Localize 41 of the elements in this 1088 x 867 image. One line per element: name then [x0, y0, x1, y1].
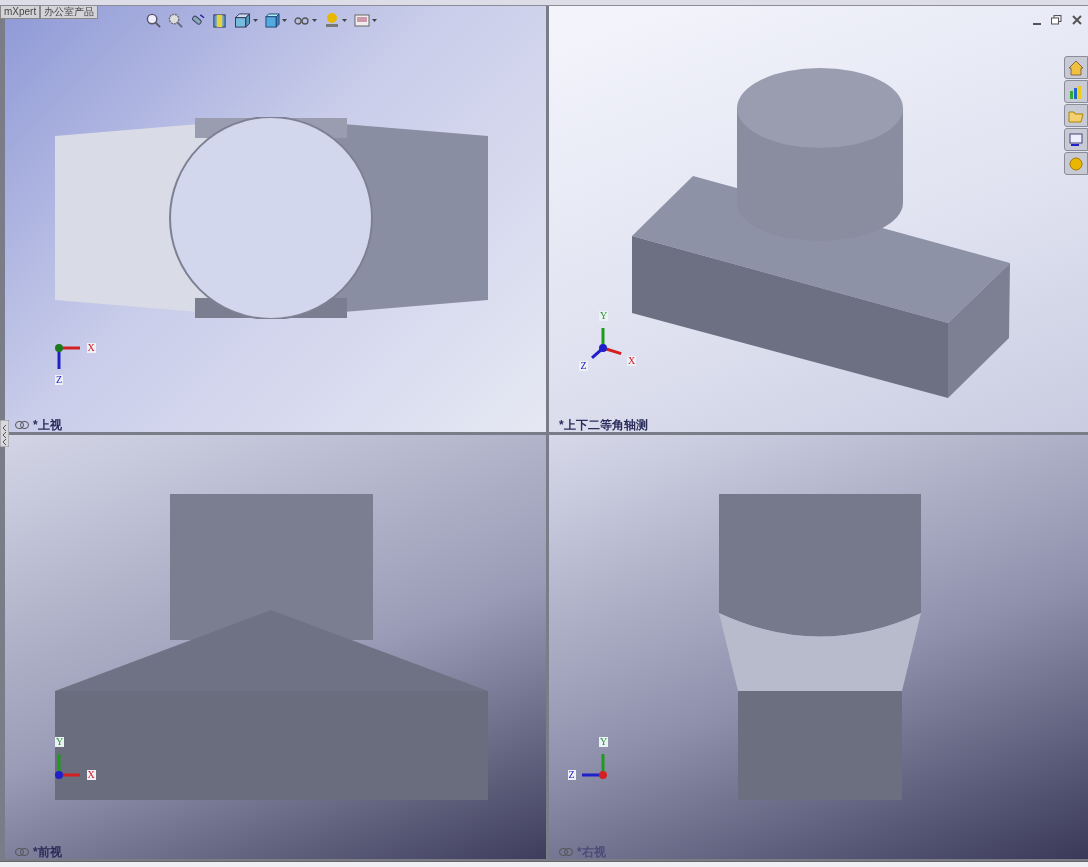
lighting-icon[interactable] — [324, 12, 340, 28]
restore-icon[interactable] — [1051, 15, 1062, 25]
viewport[interactable]: Y Z X *上下二等角轴测 — [549, 6, 1088, 432]
sphere-icon — [1068, 155, 1084, 172]
axis-origin-icon — [599, 771, 607, 779]
task-pane-tab[interactable] — [1064, 80, 1088, 103]
chart-icon — [1068, 83, 1084, 100]
caret-icon[interactable] — [253, 18, 258, 22]
axis-label: Y — [599, 311, 609, 322]
axis-label: X — [86, 770, 96, 780]
axis-label: Z — [55, 374, 64, 385]
section-view-icon[interactable] — [212, 12, 227, 28]
caret-icon[interactable] — [282, 18, 287, 22]
view-name-label: *前视 — [33, 846, 62, 858]
caret-icon[interactable] — [372, 18, 377, 22]
list-icon — [1068, 131, 1084, 148]
zoom-to-fit-icon[interactable] — [146, 12, 161, 28]
axis-label: Z — [579, 360, 588, 371]
home-icon — [1068, 59, 1084, 76]
axis-origin-icon — [55, 771, 63, 779]
viewport[interactable]: Y X *前视 — [5, 435, 546, 859]
collapse-handle-icon[interactable] — [0, 420, 9, 447]
tab[interactable]: mXpert — [0, 6, 41, 19]
cube-icon[interactable] — [265, 12, 280, 28]
axis-label: Y — [599, 736, 609, 747]
axis-origin-icon — [599, 344, 607, 352]
axis-label: Z — [567, 770, 576, 780]
view-orientation-icon[interactable] — [234, 12, 251, 28]
caret-icon[interactable] — [342, 18, 347, 22]
axis-origin-icon — [55, 344, 63, 352]
tab[interactable]: 办公室产品 — [40, 6, 99, 19]
axis-label: X — [86, 343, 96, 353]
axis-label: Y — [55, 736, 65, 747]
link-icon[interactable] — [15, 421, 29, 429]
view-name-label: *上视 — [33, 419, 62, 431]
close-icon[interactable] — [1072, 15, 1082, 25]
caret-icon[interactable] — [312, 18, 317, 22]
zoom-area-icon[interactable] — [168, 12, 183, 28]
view-name-label: *上下二等角轴测 — [559, 419, 648, 431]
task-pane-tab[interactable] — [1064, 128, 1088, 151]
axis-label: X — [627, 355, 637, 366]
